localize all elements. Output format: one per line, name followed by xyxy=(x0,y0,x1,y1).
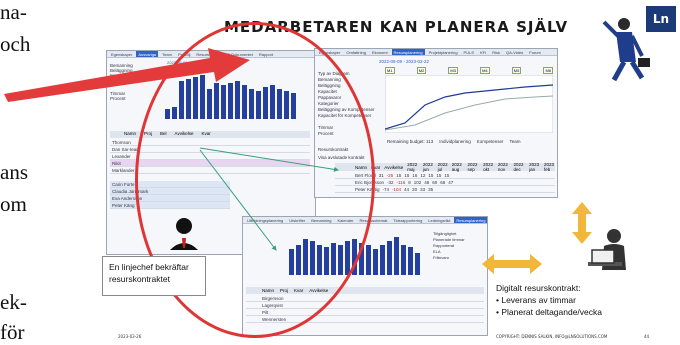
red-pointer-arrow xyxy=(4,48,250,102)
